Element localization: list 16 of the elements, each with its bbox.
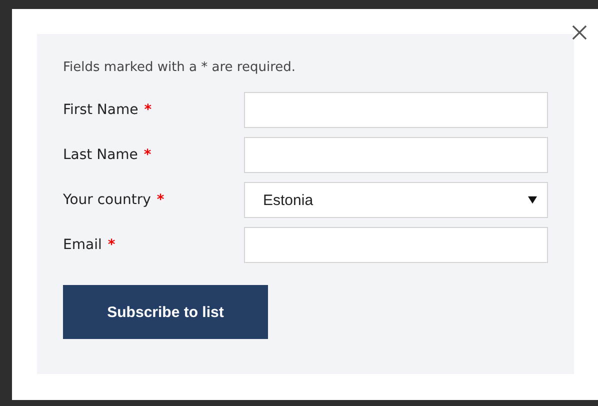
required-asterisk: * [144, 102, 152, 118]
required-asterisk: * [108, 237, 116, 253]
caret-icon [528, 196, 537, 204]
field-label: Last Name [63, 147, 138, 163]
required-note: Fields marked with a * are required. [63, 60, 297, 75]
required-asterisk: * [156, 192, 164, 208]
country-dropdown[interactable]: Estonia [244, 182, 548, 218]
subscribe-button[interactable]: Subscribe to list [63, 285, 268, 339]
input-field[interactable] [244, 92, 548, 128]
close-icon[interactable] [572, 25, 587, 40]
input-field[interactable] [244, 137, 548, 173]
input-field[interactable] [244, 227, 548, 263]
required-asterisk: * [144, 147, 152, 163]
field-label: Your country [63, 192, 151, 208]
field-label: First Name [63, 102, 138, 118]
field-label: Email [63, 237, 102, 253]
